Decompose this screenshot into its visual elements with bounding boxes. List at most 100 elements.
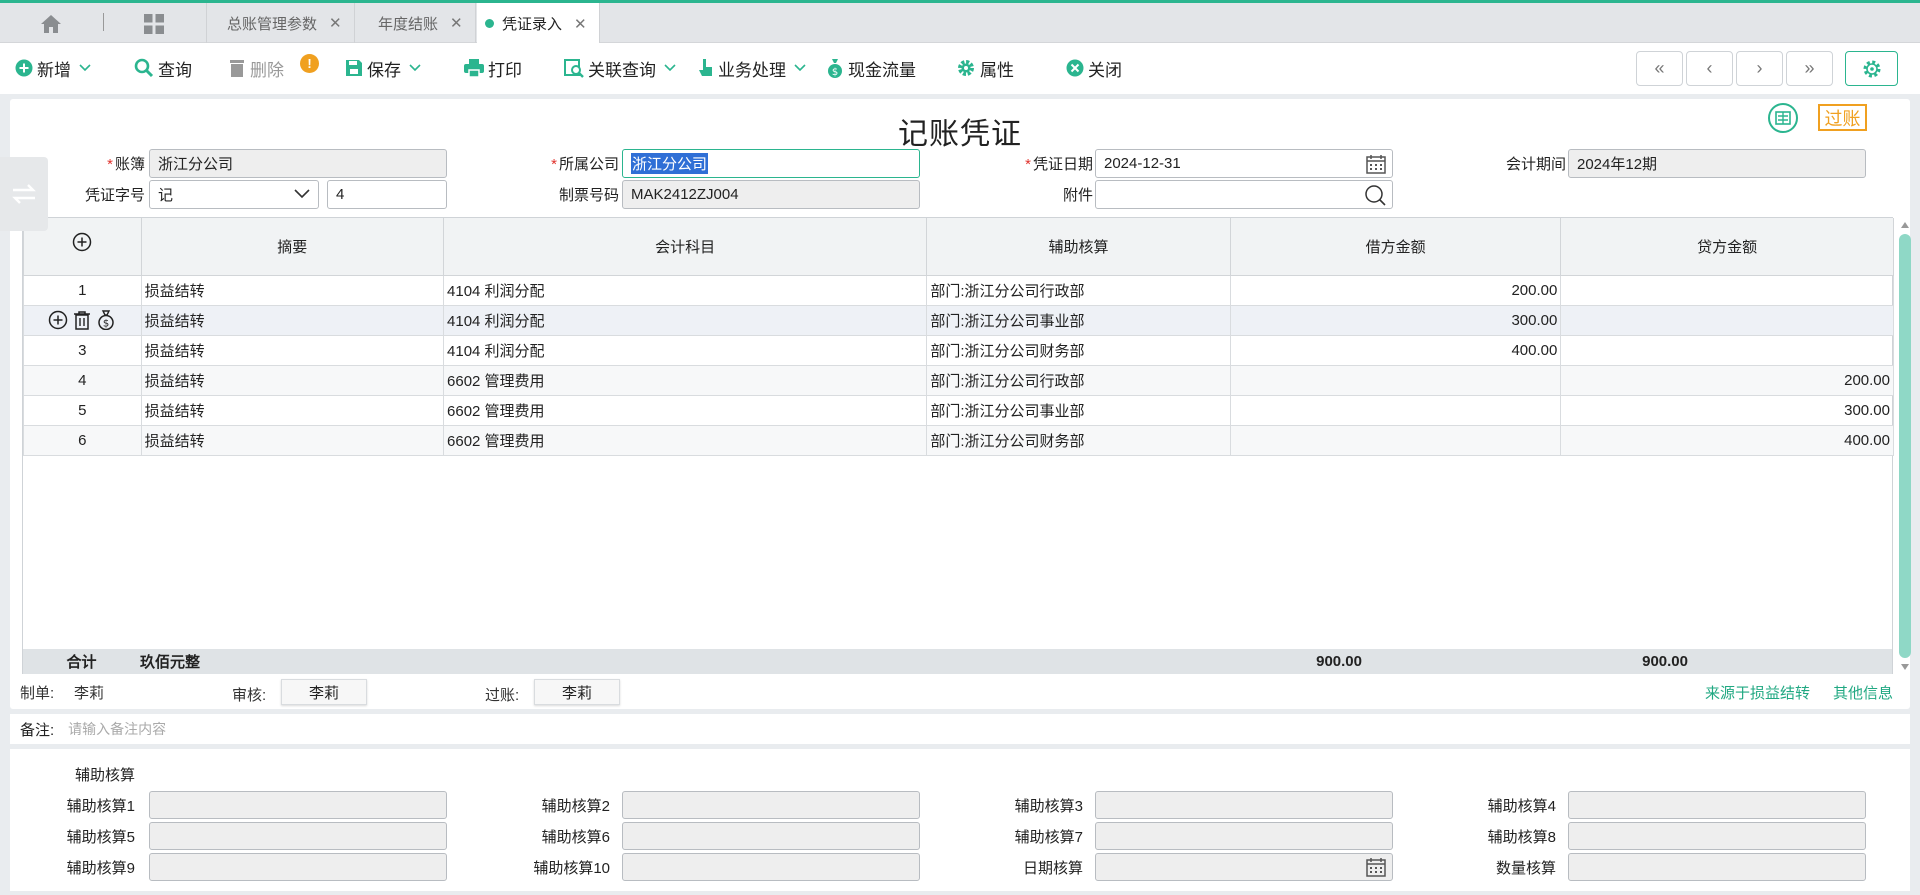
prev-record-button[interactable]: ‹ — [1686, 51, 1733, 86]
table-row[interactable]: 4 损益结转 6602 管理费用 部门:浙江分公司行政部 200.00 — [23, 364, 1894, 396]
col-header-account[interactable]: 会计科目 — [443, 218, 928, 276]
cashflow-button[interactable]: $ 现金流量 — [826, 55, 916, 81]
aux-cell[interactable]: 部门:浙江分公司行政部 — [926, 274, 1231, 306]
add-button[interactable]: 新增 — [15, 55, 91, 81]
aux-cell[interactable]: 部门:浙江分公司财务部 — [926, 334, 1231, 366]
vertical-scrollbar[interactable] — [1896, 218, 1914, 675]
other-info-link[interactable]: 其他信息 — [1833, 682, 1893, 703]
scroll-up-icon[interactable] — [1900, 220, 1910, 230]
summary-cell[interactable]: 损益结转 — [140, 274, 445, 306]
aux-field-1[interactable] — [149, 791, 447, 819]
credit-cell[interactable]: 400.00 — [1560, 424, 1894, 456]
account-cell[interactable]: 6602 管理费用 — [443, 364, 928, 396]
scroll-down-icon[interactable] — [1900, 662, 1910, 672]
related-query-button[interactable]: 关联查询 — [564, 55, 676, 81]
aux-field-6[interactable] — [622, 822, 920, 850]
account-cell[interactable]: 6602 管理费用 — [443, 424, 928, 456]
aux-cell[interactable]: 部门:浙江分公司事业部 — [926, 394, 1231, 426]
debit-cell[interactable] — [1229, 394, 1562, 426]
print-button[interactable]: 打印 — [464, 55, 522, 81]
summary-cell[interactable]: 损益结转 — [140, 424, 445, 456]
date-accounting-field[interactable] — [1095, 853, 1393, 881]
col-header-aux[interactable]: 辅助核算 — [926, 218, 1231, 276]
close-icon[interactable]: ✕ — [574, 15, 587, 33]
credit-cell[interactable] — [1560, 304, 1894, 336]
ticket-field[interactable]: MAK2412ZJ004 — [622, 180, 920, 209]
table-row[interactable]: 3 损益结转 4104 利润分配 部门:浙江分公司财务部 400.00 — [23, 334, 1894, 366]
account-cell[interactable]: 4104 利润分配 — [443, 334, 928, 366]
summary-cell[interactable]: 损益结转 — [140, 334, 445, 366]
side-panel-toggle[interactable] — [0, 157, 48, 231]
first-record-button[interactable]: « — [1636, 51, 1683, 86]
money-bag-icon[interactable]: $ — [96, 310, 116, 330]
col-header-summary[interactable]: 摘要 — [140, 218, 445, 276]
aux-field-4[interactable] — [1568, 791, 1866, 819]
apps-grid-icon[interactable] — [142, 12, 166, 36]
close-icon[interactable]: ✕ — [329, 14, 342, 32]
col-header-debit[interactable]: 借方金额 — [1229, 218, 1562, 276]
query-button[interactable]: 查询 — [134, 55, 192, 81]
next-record-button[interactable]: › — [1736, 51, 1783, 86]
aux-field-2[interactable] — [622, 791, 920, 819]
company-field[interactable]: 浙江分公司 — [622, 149, 920, 178]
period-field[interactable]: 2024年12期 — [1568, 149, 1866, 178]
date-field[interactable]: 2024-12-31 — [1095, 149, 1393, 178]
business-process-button[interactable]: 业务处理 — [698, 55, 806, 81]
table-row[interactable]: 1 损益结转 4104 利润分配 部门:浙江分公司行政部 200.00 — [23, 274, 1894, 306]
calendar-icon[interactable] — [1366, 154, 1386, 174]
search-icon[interactable] — [1364, 184, 1386, 206]
settings-button[interactable] — [1845, 51, 1898, 86]
account-cell[interactable]: 4104 利润分配 — [443, 304, 928, 336]
tab-ledger-params[interactable]: 总账管理参数 ✕ — [206, 3, 355, 43]
attachment-field[interactable] — [1095, 180, 1393, 209]
tab-year-end-close[interactable]: 年度结账 ✕ — [358, 3, 476, 43]
table-row[interactable]: 6 损益结转 6602 管理费用 部门:浙江分公司财务部 400.00 — [23, 424, 1894, 456]
close-button[interactable]: 关闭 — [1066, 55, 1122, 81]
voucher-number-field[interactable]: 4 — [327, 180, 447, 209]
aux-cell[interactable]: 部门:浙江分公司财务部 — [926, 424, 1231, 456]
trash-icon[interactable] — [73, 310, 91, 330]
aux-field-3[interactable] — [1095, 791, 1393, 819]
summary-cell[interactable]: 损益结转 — [140, 394, 445, 426]
aux-field-7[interactable] — [1095, 822, 1393, 850]
account-cell[interactable]: 6602 管理费用 — [443, 394, 928, 426]
plus-circle-icon[interactable] — [72, 232, 92, 252]
table-row[interactable]: $ 损益结转 4104 利润分配 部门:浙江分公司事业部 300.00 — [23, 304, 1894, 336]
summary-cell[interactable]: 损益结转 — [140, 304, 445, 336]
home-icon[interactable] — [39, 12, 63, 36]
scrollbar-thumb[interactable] — [1899, 234, 1911, 658]
voucher-word-select[interactable]: 记 — [149, 180, 319, 209]
remark-input[interactable]: 请输入备注内容 — [68, 719, 166, 739]
debit-cell[interactable]: 200.00 — [1229, 274, 1562, 306]
aux-field-5[interactable] — [149, 822, 447, 850]
credit-cell[interactable]: 300.00 — [1560, 394, 1894, 426]
warning-icon[interactable]: ! — [300, 54, 319, 73]
debit-cell[interactable] — [1229, 364, 1562, 396]
source-link[interactable]: 来源于损益结转 — [1705, 682, 1810, 703]
debit-cell[interactable]: 300.00 — [1229, 304, 1562, 336]
aux-cell[interactable]: 部门:浙江分公司行政部 — [926, 364, 1231, 396]
summary-cell[interactable]: 损益结转 — [140, 364, 445, 396]
properties-button[interactable]: 属性 — [956, 55, 1014, 81]
last-record-button[interactable]: » — [1786, 51, 1833, 86]
save-button[interactable]: 保存 — [345, 55, 421, 81]
col-header-credit[interactable]: 贷方金额 — [1560, 218, 1894, 276]
close-icon[interactable]: ✕ — [450, 14, 463, 32]
aux-field-9[interactable] — [149, 853, 447, 881]
aux-field-10[interactable] — [622, 853, 920, 881]
credit-cell[interactable]: 200.00 — [1560, 364, 1894, 396]
calendar-icon[interactable] — [1366, 857, 1386, 877]
debit-cell[interactable] — [1229, 424, 1562, 456]
credit-cell[interactable] — [1560, 334, 1894, 366]
tab-voucher-entry[interactable]: 凭证录入 ✕ — [477, 3, 600, 44]
aux-cell[interactable]: 部门:浙江分公司事业部 — [926, 304, 1231, 336]
delete-button[interactable]: 删除 — [228, 55, 284, 81]
ledger-field[interactable]: 浙江分公司 — [149, 149, 447, 178]
table-row[interactable]: 5 损益结转 6602 管理费用 部门:浙江分公司事业部 300.00 — [23, 394, 1894, 426]
plus-circle-icon[interactable] — [48, 310, 68, 330]
account-cell[interactable]: 4104 利润分配 — [443, 274, 928, 306]
quantity-accounting-field[interactable] — [1568, 853, 1866, 881]
credit-cell[interactable] — [1560, 274, 1894, 306]
debit-cell[interactable]: 400.00 — [1229, 334, 1562, 366]
aux-field-8[interactable] — [1568, 822, 1866, 850]
